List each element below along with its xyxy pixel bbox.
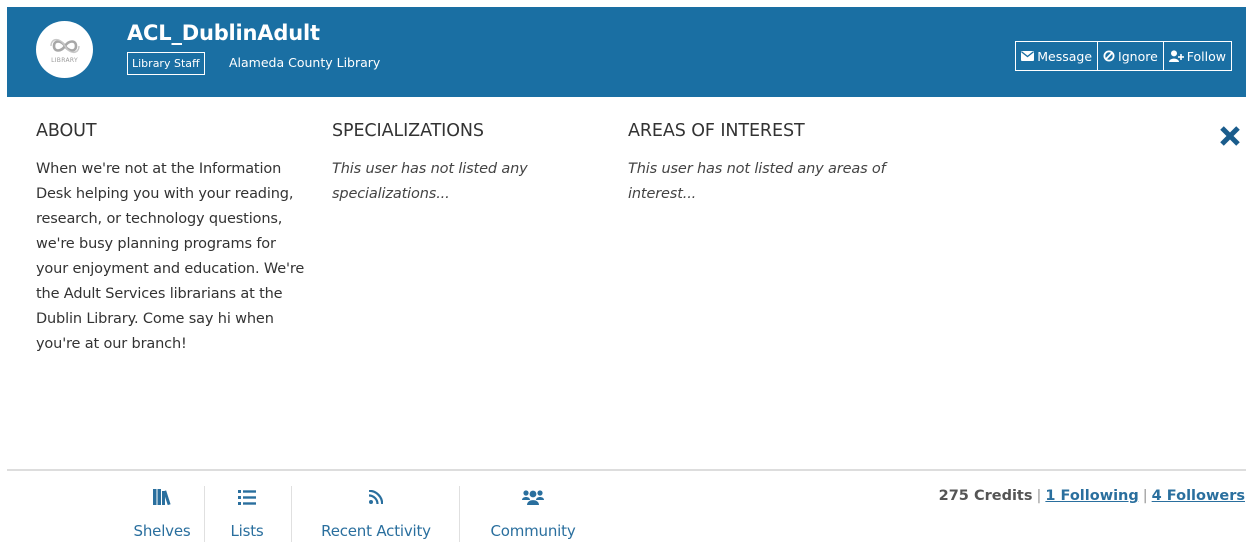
tab-community-label: Community [490,522,576,540]
profile-stats: 275 Credits | 1 Following | 4 Followers [939,488,1245,504]
list-icon [238,486,256,508]
follow-button[interactable]: Follow [1162,42,1231,70]
about-text: When we're not at the Information Desk h… [36,161,305,352]
tab-recent-activity-label: Recent Activity [321,522,431,540]
avatar: LIBRARY [36,21,93,78]
users-icon [522,486,544,508]
followers-link[interactable]: 4 Followers [1152,488,1245,504]
nav-divider [291,486,292,542]
tab-shelves[interactable]: Shelves [134,486,191,542]
envelope-icon [1021,51,1035,61]
close-button[interactable] [1219,125,1241,147]
ignore-button-label: Ignore [1118,48,1158,64]
books-icon [153,486,171,508]
library-logo-icon [49,38,80,53]
ignore-button[interactable]: Ignore [1097,42,1163,70]
tab-recent-activity[interactable]: Recent Activity [314,486,438,542]
tab-shelves-label: Shelves [133,522,191,540]
interests-section: AREAS OF INTEREST This user has not list… [628,121,898,207]
about-heading: ABOUT [36,121,97,141]
tab-lists[interactable]: Lists [226,486,268,542]
interests-empty-text: This user has not listed any areas of in… [628,161,886,202]
role-badge: Library Staff [127,52,205,75]
specializations-section: SPECIALIZATIONS This user has not listed… [332,121,572,207]
nav-divider [204,486,205,542]
specializations-heading: SPECIALIZATIONS [332,121,484,141]
nav-divider [459,486,460,542]
credits-count: 275 Credits [938,488,1033,504]
about-section: ABOUT When we're not at the Information … [36,121,306,357]
rss-icon [369,486,383,508]
profile-username: ACL_DublinAdult [127,21,320,45]
message-button[interactable]: Message [1016,42,1097,70]
avatar-logo-text: LIBRARY [51,56,78,64]
close-icon [1220,126,1240,146]
stats-separator: | [1036,488,1042,504]
interests-heading: AREAS OF INTEREST [628,121,805,141]
specializations-empty-text: This user has not listed any specializat… [332,161,528,202]
tab-community[interactable]: Community [484,486,582,542]
message-button-label: Message [1037,48,1093,64]
ban-icon [1103,50,1115,62]
tab-lists-label: Lists [230,522,264,540]
profile-header: LIBRARY ACL_DublinAdult Library Staff Al… [7,7,1246,97]
library-name: Alameda County Library [229,55,381,70]
profile-actions: Message Ignore Follow [1015,41,1232,71]
stats-separator: | [1142,488,1148,504]
user-plus-icon [1168,50,1184,62]
follow-button-label: Follow [1186,48,1226,64]
following-link[interactable]: 1 Following [1045,488,1138,504]
section-divider [7,469,1246,471]
